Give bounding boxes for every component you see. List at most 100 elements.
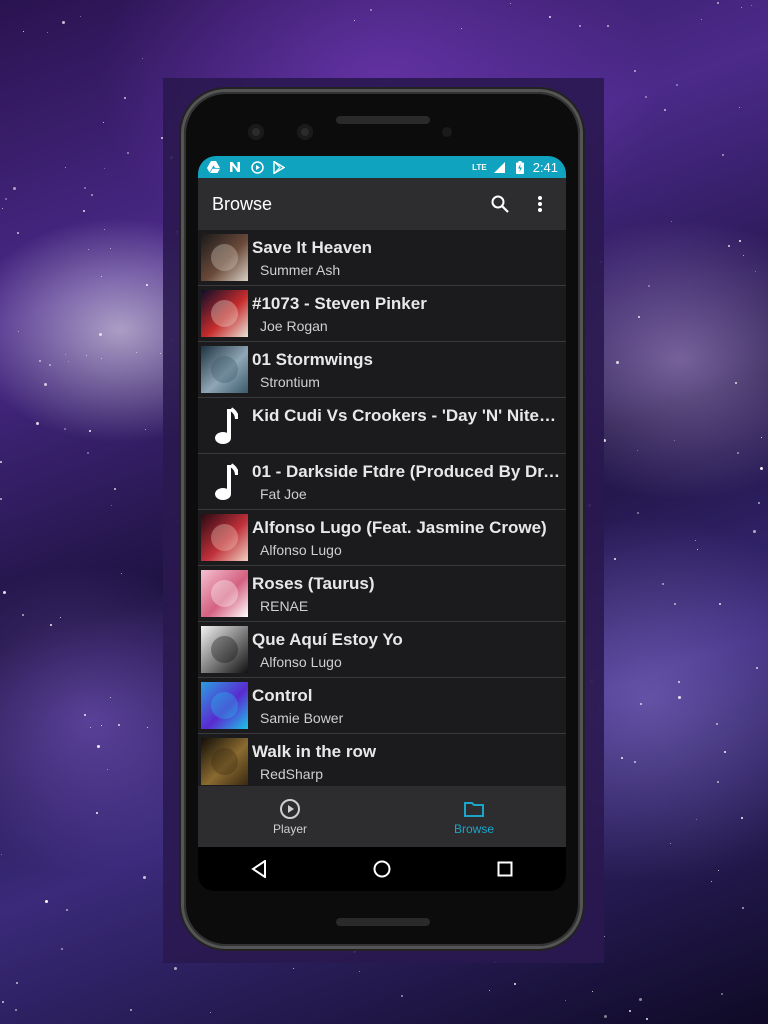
- battery-charging-icon: [513, 160, 527, 174]
- search-button[interactable]: [488, 192, 512, 216]
- album-art-thumbnail: [201, 514, 248, 561]
- track-artist: Summer Ash: [260, 261, 341, 278]
- star-dot: [753, 530, 756, 533]
- tab-browse[interactable]: Browse: [382, 786, 566, 847]
- star-dot: [639, 998, 642, 1001]
- star-dot: [640, 703, 642, 705]
- star-dot: [741, 7, 742, 8]
- star-dot: [607, 25, 609, 27]
- phone-frame: LTE 2:41 Browse Save It Heaven Summer As…: [184, 92, 580, 946]
- star-dot: [61, 948, 63, 950]
- star-dot: [510, 3, 511, 4]
- track-row[interactable]: Control Samie Bower: [198, 678, 566, 734]
- star-dot: [96, 812, 98, 814]
- recents-button[interactable]: [493, 857, 517, 881]
- track-artist: RENAE: [260, 597, 309, 614]
- track-text: Control Samie Bower: [252, 686, 566, 726]
- drive-icon: [206, 160, 220, 174]
- star-dot: [695, 540, 696, 541]
- star-dot: [724, 751, 726, 753]
- star-dot: [91, 194, 93, 196]
- star-dot: [62, 21, 65, 24]
- star-dot: [103, 122, 104, 123]
- star-dot: [401, 995, 403, 997]
- track-title: Control: [252, 685, 313, 705]
- star-dot: [110, 248, 111, 249]
- star-dot: [489, 990, 490, 991]
- track-title: Alfonso Lugo (Feat. Jasmine Crowe): [252, 517, 547, 537]
- system-navigation-bar: [198, 847, 566, 891]
- star-dot: [722, 154, 724, 156]
- tab-player[interactable]: Player: [198, 786, 382, 847]
- status-time: 2:41: [532, 159, 558, 175]
- track-artist: [260, 430, 566, 446]
- track-row[interactable]: Alfonso Lugo (Feat. Jasmine Crowe) Alfons…: [198, 510, 566, 566]
- star-dot: [739, 240, 741, 242]
- star-dot: [614, 558, 616, 560]
- track-artist: Alfonso Lugo: [260, 541, 342, 558]
- star-dot: [760, 467, 763, 470]
- track-text: Roses (Taurus) RENAE: [252, 574, 566, 614]
- star-dot: [671, 221, 672, 222]
- album-art-thumbnail: [201, 290, 248, 337]
- track-row[interactable]: 01 Stormwings Strontium: [198, 342, 566, 398]
- star-dot: [97, 745, 100, 748]
- track-text: Walk in the row RedSharp: [252, 742, 566, 782]
- status-system: LTE 2:41: [472, 160, 558, 175]
- star-dot: [145, 429, 146, 430]
- star-dot: [293, 968, 294, 969]
- track-title: 01 - Darkside Ftdre (Produced By Dr. Dre…: [252, 461, 566, 481]
- star-dot: [678, 681, 680, 683]
- track-artist: RedSharp: [260, 765, 324, 782]
- star-dot: [638, 316, 640, 318]
- track-row[interactable]: 01 - Darkside Ftdre (Produced By Dr. Dre…: [198, 454, 566, 510]
- star-dot: [13, 187, 16, 190]
- track-title: #1073 - Steven Pinker: [252, 293, 427, 313]
- page-title: Browse: [212, 193, 273, 214]
- track-artist: Alfonso Lugo: [260, 653, 342, 670]
- track-artist: Strontium: [260, 373, 320, 390]
- home-button[interactable]: [370, 857, 394, 881]
- star-dot: [696, 819, 697, 820]
- star-dot: [717, 2, 719, 4]
- star-dot: [592, 991, 593, 992]
- star-dot: [604, 936, 605, 937]
- track-list: Save It Heaven Summer Ash #1073 - Steven P…: [198, 230, 566, 786]
- star-dot: [670, 843, 671, 844]
- home-icon: [373, 860, 391, 878]
- status-notifications: [206, 160, 286, 174]
- star-dot: [114, 488, 116, 490]
- star-dot: [130, 1009, 132, 1011]
- star-dot: [616, 361, 619, 364]
- back-button[interactable]: [247, 857, 271, 881]
- n-notification-icon: [228, 160, 242, 174]
- more-options-button[interactable]: [528, 192, 552, 216]
- star-dot: [104, 168, 105, 169]
- star-dot: [735, 382, 737, 384]
- back-icon: [251, 860, 267, 878]
- track-row[interactable]: Roses (Taurus) RENAE: [198, 566, 566, 622]
- proximity-sensor: [442, 127, 452, 137]
- star-dot: [370, 9, 372, 11]
- music-note-icon: [201, 458, 248, 505]
- track-row[interactable]: #1073 - Steven Pinker Joe Rogan: [198, 286, 566, 342]
- star-dot: [761, 437, 762, 438]
- track-text: 01 - Darkside Ftdre (Produced By Dr. Dre…: [252, 462, 566, 502]
- star-dot: [718, 870, 719, 871]
- star-dot: [646, 1018, 648, 1020]
- star-dot: [637, 450, 638, 451]
- star-dot: [549, 16, 551, 18]
- star-dot: [2, 208, 3, 209]
- track-row[interactable]: Save It Heaven Summer Ash: [198, 230, 566, 286]
- star-dot: [88, 249, 89, 250]
- track-row[interactable]: Kid Cudi Vs Crookers - 'Day 'N' Nite (Cr…: [198, 398, 566, 454]
- track-row[interactable]: Walk in the row RedSharp: [198, 734, 566, 786]
- star-dot: [121, 573, 122, 574]
- album-art-thumbnail: [201, 570, 248, 617]
- track-artist: Joe Rogan: [260, 317, 328, 334]
- star-dot: [739, 107, 740, 108]
- track-row[interactable]: Que Aquí Estoy Yo Alfonso Lugo: [198, 622, 566, 678]
- star-dot: [36, 422, 39, 425]
- star-dot: [701, 19, 702, 20]
- star-dot: [604, 1015, 607, 1018]
